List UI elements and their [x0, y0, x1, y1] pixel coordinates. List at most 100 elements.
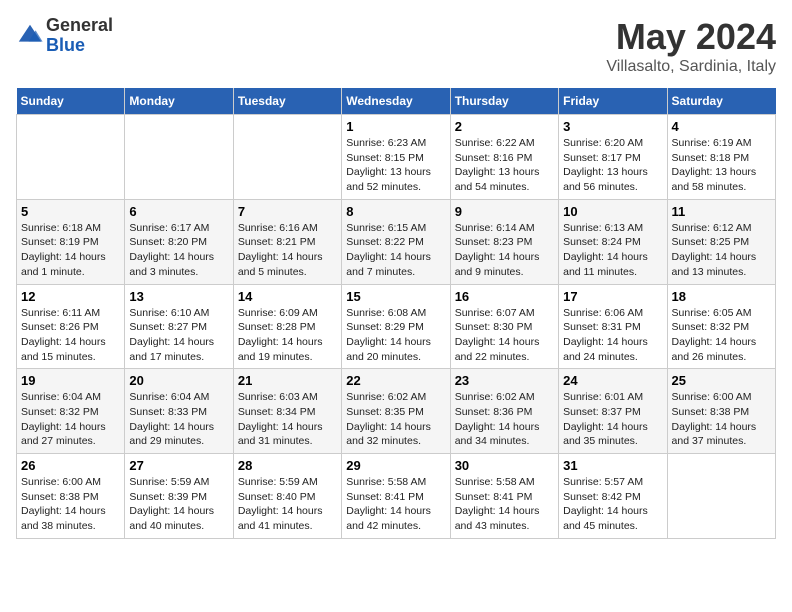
calendar-cell: 6 Sunrise: 6:17 AMSunset: 8:20 PMDaylight… [125, 199, 233, 284]
calendar-location: Villasalto, Sardinia, Italy [606, 58, 776, 76]
day-number: 25 [672, 373, 771, 388]
day-info: Sunrise: 6:20 AMSunset: 8:17 PMDaylight:… [563, 136, 662, 195]
day-info: Sunrise: 6:06 AMSunset: 8:31 PMDaylight:… [563, 306, 662, 365]
day-info: Sunrise: 6:18 AMSunset: 8:19 PMDaylight:… [21, 221, 120, 280]
day-number: 8 [346, 204, 445, 219]
day-info: Sunrise: 6:02 AMSunset: 8:35 PMDaylight:… [346, 390, 445, 449]
day-info: Sunrise: 6:02 AMSunset: 8:36 PMDaylight:… [455, 390, 554, 449]
calendar-cell: 4 Sunrise: 6:19 AMSunset: 8:18 PMDaylight… [667, 115, 775, 200]
calendar-week-5: 26Sunrise: 6:00 AMSunset: 8:38 PMDayligh… [17, 454, 776, 539]
day-number: 21 [238, 373, 337, 388]
calendar-cell: 16Sunrise: 6:07 AMSunset: 8:30 PMDayligh… [450, 284, 558, 369]
calendar-cell: 28 Sunrise: 5:59 AMSunset: 8:40 PMDayligh… [233, 454, 341, 539]
day-number: 14 [238, 289, 337, 304]
calendar-cell: 26Sunrise: 6:00 AMSunset: 8:38 PMDayligh… [17, 454, 125, 539]
day-number: 17 [563, 289, 662, 304]
calendar-cell: 30 Sunrise: 5:58 AMSunset: 8:41 PMDayligh… [450, 454, 558, 539]
calendar-cell [233, 115, 341, 200]
header-wednesday: Wednesday [342, 88, 450, 115]
calendar-cell: 15 Sunrise: 6:08 AMSunset: 8:29 PMDayligh… [342, 284, 450, 369]
day-number: 26 [21, 458, 120, 473]
day-number: 30 [455, 458, 554, 473]
day-number: 2 [455, 119, 554, 134]
day-number: 9 [455, 204, 554, 219]
day-number: 28 [238, 458, 337, 473]
calendar-cell: 5 Sunrise: 6:18 AMSunset: 8:19 PMDaylight… [17, 199, 125, 284]
header-sunday: Sunday [17, 88, 125, 115]
header-monday: Monday [125, 88, 233, 115]
calendar-cell: 7Sunrise: 6:16 AMSunset: 8:21 PMDaylight… [233, 199, 341, 284]
calendar-cell: 21 Sunrise: 6:03 AMSunset: 8:34 PMDayligh… [233, 369, 341, 454]
calendar-cell: 18Sunrise: 6:05 AMSunset: 8:32 PMDayligh… [667, 284, 775, 369]
logo-icon [16, 22, 44, 50]
day-number: 11 [672, 204, 771, 219]
day-number: 22 [346, 373, 445, 388]
day-number: 15 [346, 289, 445, 304]
day-info: Sunrise: 6:07 AMSunset: 8:30 PMDaylight:… [455, 306, 554, 365]
day-number: 29 [346, 458, 445, 473]
calendar-cell: 23Sunrise: 6:02 AMSunset: 8:36 PMDayligh… [450, 369, 558, 454]
header-thursday: Thursday [450, 88, 558, 115]
page-header: General Blue May 2024 Villasalto, Sardin… [16, 16, 776, 76]
day-info: Sunrise: 5:59 AMSunset: 8:40 PMDaylight:… [238, 475, 337, 534]
day-info: Sunrise: 6:00 AMSunset: 8:38 PMDaylight:… [672, 390, 771, 449]
title-block: May 2024 Villasalto, Sardinia, Italy [606, 16, 776, 76]
day-number: 7 [238, 204, 337, 219]
day-number: 27 [129, 458, 228, 473]
day-number: 1 [346, 119, 445, 134]
day-info: Sunrise: 6:17 AMSunset: 8:20 PMDaylight:… [129, 221, 228, 280]
day-number: 10 [563, 204, 662, 219]
day-number: 6 [129, 204, 228, 219]
day-info: Sunrise: 6:22 AMSunset: 8:16 PMDaylight:… [455, 136, 554, 195]
day-info: Sunrise: 6:08 AMSunset: 8:29 PMDaylight:… [346, 306, 445, 365]
calendar-cell: 9Sunrise: 6:14 AMSunset: 8:23 PMDaylight… [450, 199, 558, 284]
day-info: Sunrise: 6:01 AMSunset: 8:37 PMDaylight:… [563, 390, 662, 449]
day-number: 19 [21, 373, 120, 388]
calendar-cell [125, 115, 233, 200]
calendar-cell: 3Sunrise: 6:20 AMSunset: 8:17 PMDaylight… [559, 115, 667, 200]
day-info: Sunrise: 6:19 AMSunset: 8:18 PMDaylight:… [672, 136, 771, 195]
day-info: Sunrise: 6:03 AMSunset: 8:34 PMDaylight:… [238, 390, 337, 449]
calendar-week-2: 5 Sunrise: 6:18 AMSunset: 8:19 PMDaylight… [17, 199, 776, 284]
day-info: Sunrise: 6:04 AMSunset: 8:32 PMDaylight:… [21, 390, 120, 449]
day-number: 12 [21, 289, 120, 304]
calendar-cell: 8 Sunrise: 6:15 AMSunset: 8:22 PMDaylight… [342, 199, 450, 284]
calendar-cell: 25 Sunrise: 6:00 AMSunset: 8:38 PMDayligh… [667, 369, 775, 454]
day-info: Sunrise: 6:05 AMSunset: 8:32 PMDaylight:… [672, 306, 771, 365]
day-info: Sunrise: 6:12 AMSunset: 8:25 PMDaylight:… [672, 221, 771, 280]
logo-blue: Blue [46, 35, 85, 55]
calendar-table: SundayMondayTuesdayWednesdayThursdayFrid… [16, 88, 776, 539]
calendar-cell: 19 Sunrise: 6:04 AMSunset: 8:32 PMDayligh… [17, 369, 125, 454]
calendar-cell: 31Sunrise: 5:57 AMSunset: 8:42 PMDayligh… [559, 454, 667, 539]
day-number: 13 [129, 289, 228, 304]
day-number: 20 [129, 373, 228, 388]
calendar-cell: 29 Sunrise: 5:58 AMSunset: 8:41 PMDayligh… [342, 454, 450, 539]
day-info: Sunrise: 6:10 AMSunset: 8:27 PMDaylight:… [129, 306, 228, 365]
calendar-week-4: 19 Sunrise: 6:04 AMSunset: 8:32 PMDayligh… [17, 369, 776, 454]
day-info: Sunrise: 5:58 AMSunset: 8:41 PMDaylight:… [455, 475, 554, 534]
day-info: Sunrise: 5:58 AMSunset: 8:41 PMDaylight:… [346, 475, 445, 534]
calendar-title: May 2024 [606, 16, 776, 58]
day-number: 4 [672, 119, 771, 134]
calendar-cell: 11 Sunrise: 6:12 AMSunset: 8:25 PMDayligh… [667, 199, 775, 284]
header-friday: Friday [559, 88, 667, 115]
calendar-cell: 14 Sunrise: 6:09 AMSunset: 8:28 PMDayligh… [233, 284, 341, 369]
logo: General Blue [16, 16, 113, 56]
calendar-cell: 22 Sunrise: 6:02 AMSunset: 8:35 PMDayligh… [342, 369, 450, 454]
calendar-header-row: SundayMondayTuesdayWednesdayThursdayFrid… [17, 88, 776, 115]
day-info: Sunrise: 6:23 AMSunset: 8:15 PMDaylight:… [346, 136, 445, 195]
calendar-cell [667, 454, 775, 539]
day-info: Sunrise: 5:57 AMSunset: 8:42 PMDaylight:… [563, 475, 662, 534]
logo-general: General [46, 15, 113, 35]
calendar-cell: 20Sunrise: 6:04 AMSunset: 8:33 PMDayligh… [125, 369, 233, 454]
calendar-cell: 24 Sunrise: 6:01 AMSunset: 8:37 PMDayligh… [559, 369, 667, 454]
calendar-cell: 27 Sunrise: 5:59 AMSunset: 8:39 PMDayligh… [125, 454, 233, 539]
day-info: Sunrise: 6:09 AMSunset: 8:28 PMDaylight:… [238, 306, 337, 365]
day-info: Sunrise: 6:15 AMSunset: 8:22 PMDaylight:… [346, 221, 445, 280]
day-number: 24 [563, 373, 662, 388]
day-info: Sunrise: 5:59 AMSunset: 8:39 PMDaylight:… [129, 475, 228, 534]
day-number: 5 [21, 204, 120, 219]
day-info: Sunrise: 6:13 AMSunset: 8:24 PMDaylight:… [563, 221, 662, 280]
day-info: Sunrise: 6:11 AMSunset: 8:26 PMDaylight:… [21, 306, 120, 365]
calendar-cell: 13 Sunrise: 6:10 AMSunset: 8:27 PMDayligh… [125, 284, 233, 369]
